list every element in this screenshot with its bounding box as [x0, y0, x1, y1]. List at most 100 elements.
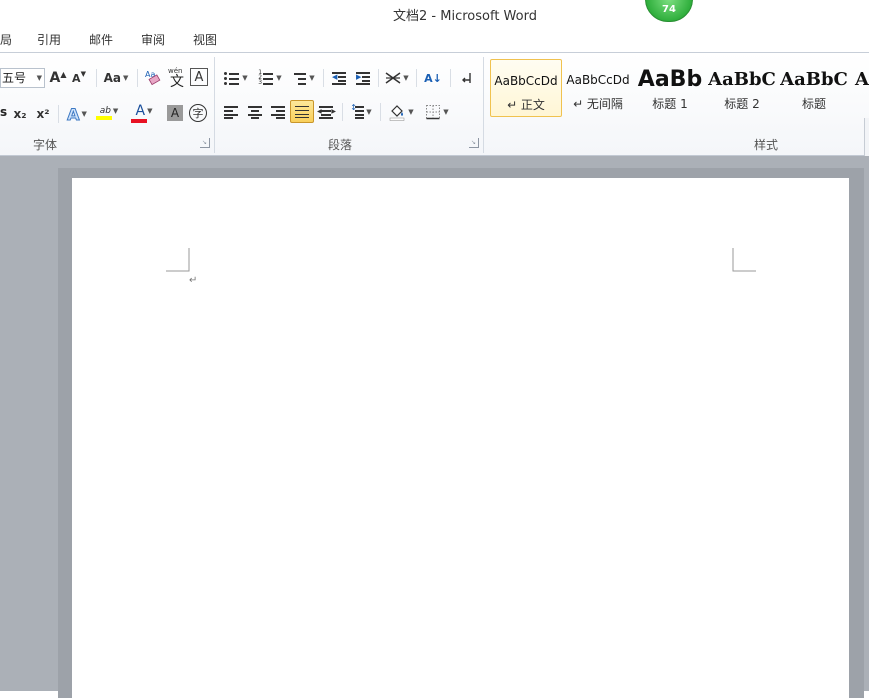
- chevron-down-icon: ▼: [36, 74, 42, 82]
- style-heading-1[interactable]: AaBb 标题 1: [634, 59, 706, 117]
- bullets-button[interactable]: ▼: [221, 67, 251, 89]
- shading-button[interactable]: ▼: [385, 101, 417, 123]
- strikethrough-partial[interactable]: s: [0, 105, 7, 119]
- window-title: 文档2 - Microsoft Word: [393, 9, 537, 24]
- style-title[interactable]: AaBbC 标题: [778, 59, 850, 117]
- style-sample: AaBbCcDd: [566, 73, 630, 87]
- char-shading-button[interactable]: A: [167, 105, 183, 121]
- text-effect-icon: A: [67, 104, 80, 124]
- justify-button[interactable]: [290, 100, 314, 123]
- style-name: ↵ 正文: [507, 98, 545, 112]
- margin-corner-top-left: [166, 248, 190, 272]
- highlight-button[interactable]: ab ▼: [94, 102, 124, 124]
- style-sample: AaBbC: [780, 69, 848, 90]
- increase-indent-button[interactable]: ▶: [352, 67, 374, 89]
- shrink-font-icon: A: [72, 71, 81, 85]
- grow-font-icon: A: [49, 70, 61, 86]
- paragraph-mark-icon: [462, 73, 471, 83]
- tab-layout[interactable]: 局: [0, 31, 12, 48]
- shrink-font-button[interactable]: A ▼: [70, 67, 88, 89]
- superscript-icon: x²: [36, 107, 50, 121]
- decrease-indent-icon: ◀: [332, 72, 346, 85]
- style-heading-2[interactable]: AaBbC 标题 2: [706, 59, 778, 117]
- sort-button[interactable]: A↓: [421, 67, 445, 89]
- tab-review[interactable]: 审阅: [141, 31, 165, 48]
- font-color-icon: A: [135, 103, 146, 119]
- enclose-char-button[interactable]: 字: [189, 104, 207, 122]
- font-group-label: 字体: [32, 138, 57, 152]
- ribbon-tab-bar: 局 引用 邮件 审阅 视图: [0, 26, 869, 52]
- decrease-indent-button[interactable]: ◀: [328, 67, 350, 89]
- style-name: 标题 1: [652, 97, 688, 111]
- font-color-bar: [131, 119, 147, 123]
- document-page[interactable]: ↵: [72, 178, 849, 698]
- phonetic-char: 文: [170, 74, 184, 90]
- highlight-icon: ab: [99, 106, 111, 116]
- tab-mailings[interactable]: 邮件: [89, 31, 113, 48]
- font-dialog-launcher[interactable]: ↘: [200, 138, 210, 148]
- multilevel-list-button[interactable]: ▼: [288, 67, 318, 89]
- align-right-button[interactable]: [267, 101, 289, 123]
- clear-format-button[interactable]: Aa: [142, 66, 164, 88]
- line-spacing-button[interactable]: ↕ ▼: [347, 101, 375, 123]
- style-normal[interactable]: AaBbCcDd ↵ 正文: [490, 59, 562, 117]
- style-name: 标题 2: [724, 97, 760, 111]
- bullets-icon: [224, 72, 240, 85]
- paragraph-mark: ↵: [189, 275, 198, 286]
- char-border-button[interactable]: A: [190, 68, 208, 86]
- align-center-icon: [248, 106, 262, 119]
- divider: [380, 103, 381, 121]
- font-size-select[interactable]: 五号 ▼: [0, 68, 45, 88]
- font-color-button[interactable]: A ▼: [127, 102, 161, 124]
- subscript-icon: x₂: [13, 107, 27, 121]
- grow-font-button[interactable]: A ▲: [49, 67, 67, 89]
- divider: [450, 69, 451, 87]
- divider: [96, 69, 97, 87]
- align-center-button[interactable]: [244, 101, 266, 123]
- document-area: ↵: [0, 156, 869, 698]
- divider: [416, 69, 417, 87]
- tab-view[interactable]: 视图: [193, 31, 217, 48]
- style-no-spacing[interactable]: AaBbCcDd ↵ 无间隔: [562, 59, 634, 117]
- chinese-layout-button[interactable]: ▼: [383, 67, 411, 89]
- eraser-icon: Aa: [145, 70, 161, 86]
- distributed-button[interactable]: ◀ ▶: [315, 101, 337, 123]
- enclose-char-icon: 字: [192, 107, 204, 120]
- divider: [58, 105, 59, 123]
- tab-references[interactable]: 引用: [37, 31, 61, 48]
- numbering-button[interactable]: 1 2 3 ▼: [255, 67, 285, 89]
- paragraph-dialog-launcher[interactable]: ↘: [469, 138, 479, 148]
- title-bar: 文档2 - Microsoft Word 74: [0, 0, 869, 26]
- align-left-icon: [224, 106, 238, 119]
- borders-button[interactable]: ▼: [421, 101, 453, 123]
- style-name: 标题: [801, 97, 826, 111]
- borders-icon: [426, 105, 441, 120]
- divider: [378, 69, 379, 87]
- line-spacing-icon: ↕: [350, 103, 365, 119]
- divider: [323, 69, 324, 87]
- subscript-button[interactable]: x₂: [10, 103, 30, 125]
- highlight-color-bar: [96, 116, 112, 120]
- change-case-icon: Aa: [103, 71, 121, 85]
- group-divider: [483, 57, 484, 153]
- margin-corner-top-right: [732, 248, 756, 272]
- style-sample: AaBbC: [708, 69, 776, 90]
- align-right-icon: [271, 106, 285, 119]
- show-formatting-button[interactable]: [455, 67, 477, 89]
- text-effect-button[interactable]: A ▼: [63, 103, 91, 125]
- char-shading-icon: A: [170, 106, 180, 120]
- font-size-value: 五号: [2, 71, 27, 85]
- distributed-icon: ◀ ▶: [317, 106, 336, 119]
- style-sample: A: [855, 69, 869, 90]
- sort-icon: A↓: [424, 71, 442, 85]
- style-subtitle[interactable]: A: [850, 59, 869, 117]
- chinese-layout-icon: [385, 72, 401, 84]
- style-name: ↵ 无间隔: [573, 97, 623, 111]
- ribbon: 五号 ▼ A ▲ A ▼ Aa ▼ Aa wén 文 A s x₂ x² A ▼ ab: [0, 52, 869, 156]
- superscript-button[interactable]: x²: [33, 103, 53, 125]
- notification-badge[interactable]: 74: [645, 0, 693, 22]
- increase-indent-icon: ▶: [356, 72, 370, 85]
- change-case-button[interactable]: Aa ▼: [101, 67, 131, 89]
- styles-group-label: 样式: [753, 138, 778, 152]
- align-left-button[interactable]: [220, 101, 242, 123]
